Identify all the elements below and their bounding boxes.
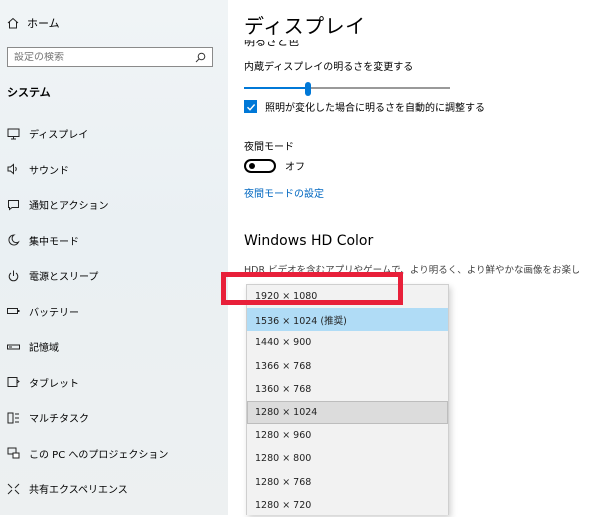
page-title: ディスプレイ bbox=[244, 14, 366, 38]
resolution-option[interactable]: 1920 × 1080 bbox=[247, 285, 448, 308]
auto-brightness-label: 照明が変化した場合に明るさを自動的に調整する bbox=[265, 103, 485, 114]
resolution-option[interactable]: 1440 × 900 bbox=[247, 331, 448, 354]
sidebar-item-power[interactable]: 電源とスリープ bbox=[0, 258, 228, 294]
multitask-icon bbox=[6, 411, 20, 425]
night-mode-state: オフ bbox=[285, 162, 305, 173]
resolution-option[interactable]: 1360 × 768 bbox=[247, 378, 448, 401]
search-box[interactable] bbox=[7, 47, 213, 67]
sidebar-item-speaker[interactable]: サウンド bbox=[0, 152, 228, 188]
sidebar-nav: ディスプレイ サウンド通知とアクション 集中モード電源とスリープ バッテリー記憶域タブ… bbox=[0, 116, 228, 507]
sidebar-item-storage[interactable]: 記憶域 bbox=[0, 329, 228, 365]
section-title: システム bbox=[7, 86, 51, 99]
sidebar-item-label: バッテリー bbox=[29, 307, 79, 319]
battery-icon bbox=[6, 304, 20, 318]
toggle-switch[interactable] bbox=[244, 158, 276, 173]
night-mode-settings-link[interactable]: 夜間モードの設定 bbox=[244, 185, 324, 200]
sidebar-item-label: 記憶域 bbox=[29, 343, 59, 355]
toggle-knob bbox=[249, 162, 255, 169]
power-icon bbox=[6, 269, 20, 283]
sidebar-item-moon[interactable]: 集中モード bbox=[0, 223, 228, 259]
checkbox-checked-icon[interactable] bbox=[244, 100, 257, 113]
sidebar-item-tablet[interactable]: タブレット bbox=[0, 365, 228, 401]
sidebar-item-label: 通知とアクション bbox=[29, 201, 109, 213]
speaker-icon bbox=[6, 162, 20, 176]
sidebar-item-label: この PC へのプロジェクション bbox=[29, 449, 169, 461]
home-label: ホーム bbox=[27, 17, 60, 30]
night-mode-label: 夜間モード bbox=[244, 142, 294, 153]
sidebar-item-share[interactable]: 共有エクスペリエンス bbox=[0, 471, 228, 507]
brightness-label: 内蔵ディスプレイの明るさを変更する bbox=[244, 62, 414, 73]
resolution-option[interactable]: 1280 × 960 bbox=[247, 424, 448, 447]
resolution-option[interactable]: 1280 × 720 bbox=[247, 494, 448, 517]
search-icon[interactable] bbox=[195, 52, 206, 63]
brightness-slider[interactable] bbox=[244, 82, 450, 96]
projection-icon bbox=[6, 446, 20, 460]
hd-color-title: Windows HD Color bbox=[244, 233, 374, 249]
notification-icon bbox=[6, 198, 20, 212]
auto-brightness-checkbox[interactable]: 照明が変化した場合に明るさを自動的に調整する bbox=[244, 99, 485, 114]
resolution-option[interactable]: 1280 × 768 bbox=[247, 471, 448, 494]
night-mode-toggle[interactable]: オフ bbox=[244, 158, 305, 173]
scrolled-cut-text: 明るさと色 bbox=[244, 40, 299, 48]
sidebar-item-multitask[interactable]: マルチタスク bbox=[0, 400, 228, 436]
share-icon bbox=[6, 482, 20, 496]
tablet-icon bbox=[6, 375, 20, 389]
sidebar-item-label: 集中モード bbox=[29, 236, 79, 248]
monitor-icon bbox=[6, 127, 20, 141]
storage-icon bbox=[6, 340, 20, 354]
home-nav-item[interactable]: ホーム bbox=[7, 13, 60, 33]
sidebar-item-monitor[interactable]: ディスプレイ bbox=[0, 116, 228, 152]
slider-thumb[interactable] bbox=[304, 82, 311, 96]
home-icon bbox=[7, 17, 19, 29]
sidebar-item-label: サウンド bbox=[29, 165, 69, 177]
slider-fill bbox=[244, 87, 308, 89]
sidebar-item-label: 電源とスリープ bbox=[29, 272, 99, 284]
sidebar-item-notification[interactable]: 通知とアクション bbox=[0, 187, 228, 223]
resolution-dropdown-list[interactable]: 1920 × 1080 1536 × 1024 (推奨) 1440 × 900 136… bbox=[246, 284, 449, 515]
sidebar-item-projection[interactable]: この PC へのプロジェクション bbox=[0, 436, 228, 472]
sidebar: ホーム システム ディスプレイサウンド通知とアクション集中モード電源とスリープバ… bbox=[0, 0, 228, 515]
hd-color-description: HDR ビデオを含むアプリやゲームで、より明るく、より鮮やかな画像をお楽しみいた… bbox=[244, 265, 579, 276]
search-input[interactable] bbox=[14, 51, 195, 63]
resolution-option[interactable]: 1280 × 1024 bbox=[247, 400, 448, 425]
resolution-option[interactable]: 1280 × 800 bbox=[247, 447, 448, 470]
sidebar-item-label: ディスプレイ bbox=[29, 130, 89, 142]
sidebar-item-battery[interactable]: バッテリー bbox=[0, 294, 228, 330]
moon-icon bbox=[6, 233, 20, 247]
sidebar-item-label: マルチタスク bbox=[29, 414, 89, 426]
sidebar-item-label: 共有エクスペリエンス bbox=[29, 485, 128, 497]
sidebar-item-label: タブレット bbox=[29, 378, 79, 390]
resolution-option[interactable]: 1366 × 768 bbox=[247, 355, 448, 378]
resolution-option[interactable]: 1536 × 1024 (推奨) bbox=[247, 308, 448, 332]
